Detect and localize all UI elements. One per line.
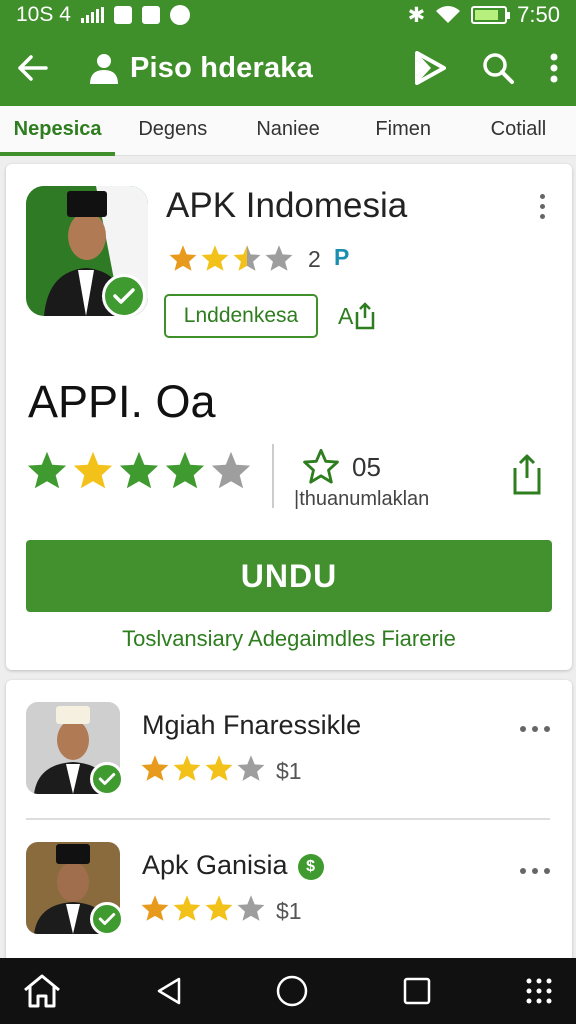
bluetooth-icon: ✱ [407,3,426,27]
review-summary: 05 |thuanumlaklan [294,448,429,510]
clock: 7:50 [517,2,560,27]
list-item-price: $1 [276,898,302,924]
divider [272,444,274,508]
star-icon [173,895,201,921]
star-icon [165,451,205,489]
more-vert-icon[interactable] [540,194,545,219]
person-icon [90,54,118,84]
list-item[interactable]: Mgiah Fnaressikle $1 [6,680,572,820]
star-icon [27,451,67,489]
star-icon [205,755,233,781]
install-footnote[interactable]: Toslvansiary Adegaimdles Fiarerie [6,626,572,652]
status-left-text: 10S 4 [16,3,71,26]
list-item-price: $1 [276,758,302,784]
install-button[interactable]: UNDU [26,540,552,612]
tab-bar: Nepesica Degens Naniee Fimen Cotiall [0,106,576,156]
back-arrow-icon[interactable] [18,48,58,88]
home-circle-icon[interactable] [275,974,309,1008]
share-label: A [338,302,354,329]
divider [26,818,550,820]
star-icon [205,895,233,921]
battery-icon [471,6,511,24]
app-detail-card: APK Indomesia 2 P Lnddenkesa A APPI. Oa … [6,164,572,670]
review-label: |thuanumlaklan [294,488,430,510]
more-horiz-icon[interactable] [520,726,550,732]
share-icon[interactable] [510,454,544,496]
app-name: APK Indomesia [166,186,408,225]
signal-icon [80,7,104,23]
page-title: Piso hderaka [130,51,313,84]
star-icon [201,245,229,271]
star-empty-icon [237,755,265,781]
home-icon[interactable] [22,973,62,1009]
list-item-title-text: Apk Ganisia [142,850,288,880]
more-vert-icon[interactable] [550,53,558,83]
tab-degens[interactable]: Degens [115,106,230,155]
star-icon [173,755,201,781]
mail-icon [141,6,160,24]
search-icon[interactable] [482,52,514,84]
wifi-icon [436,6,461,23]
tab-fimen[interactable]: Fimen [346,106,461,155]
review-number: 05 [352,452,381,482]
list-item[interactable]: Apk Ganisia $ $1 [6,822,572,962]
star-half-icon [233,245,261,271]
star-empty-icon [265,245,293,271]
verified-check-icon [90,902,124,936]
tab-cotiall[interactable]: Cotiall [461,106,576,155]
star-icon [169,245,197,271]
share-button[interactable]: A [338,302,377,330]
system-nav-bar [0,958,576,1024]
rating-count: 2 [308,246,321,272]
star-icon [73,451,113,489]
list-item-stars [140,754,266,782]
star-icon [119,451,159,489]
tab-nepesica[interactable]: Nepesica [0,106,116,156]
star-icon [141,895,169,921]
star-empty-icon [211,451,251,489]
category-chip[interactable]: Lnddenkesa [164,294,318,338]
tab-naniee[interactable]: Naniee [230,106,345,155]
share-icon [356,302,375,330]
app-big-title: APPI. Oa [28,376,216,427]
big-rating-stars [26,450,252,490]
play-store-icon[interactable] [414,51,446,85]
star-empty-icon [237,895,265,921]
status-bar: 10S 4 ✱ 7:50 [0,0,576,30]
app-bar: Piso hderaka [0,30,576,106]
rating-badge: P [334,244,350,270]
back-triangle-icon[interactable] [155,976,183,1006]
app-rating-stars [168,244,294,272]
star-icon [141,755,169,781]
star-outline-icon [303,448,339,484]
dollar-badge-icon: $ [297,853,324,880]
apps-grid-icon[interactable] [524,976,554,1006]
sync-icon [169,5,190,25]
recents-square-icon[interactable] [402,976,432,1006]
list-item-title: Mgiah Fnaressikle [142,710,362,740]
notification-icon [113,6,132,24]
related-apps-list: Mgiah Fnaressikle $1 Apk Ganisia $ $1 [6,680,572,970]
verified-check-icon [102,274,146,318]
list-item-stars [140,894,266,922]
verified-check-icon [90,762,124,796]
more-horiz-icon[interactable] [520,868,550,874]
list-item-title: Apk Ganisia $ [142,850,324,881]
